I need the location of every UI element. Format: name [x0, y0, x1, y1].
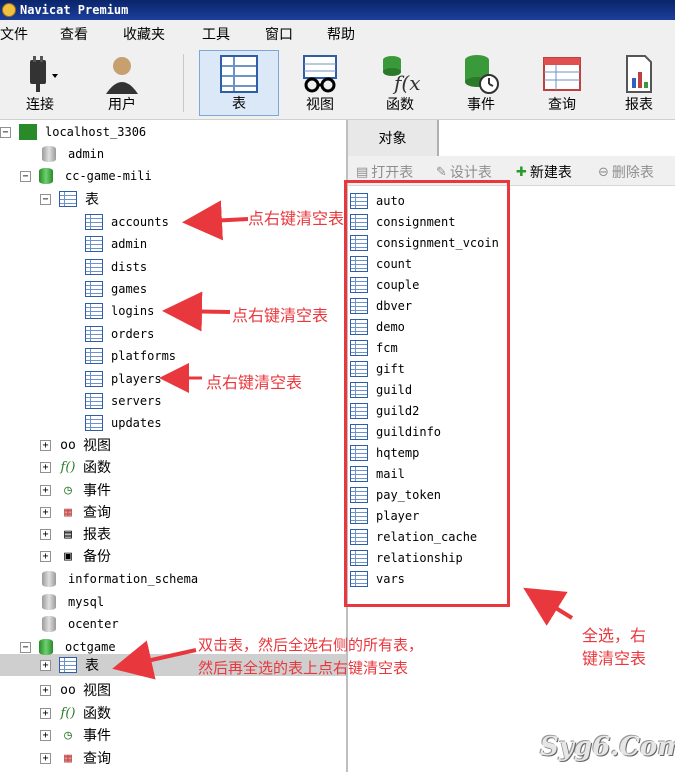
arrow-octgame-tables: [112, 640, 197, 680]
annotation-octgame-line2: 然后再全选的表上点右键清空表: [198, 659, 409, 677]
arrow-accounts: [182, 200, 249, 241]
annotation-accounts: 点右键清空表: [248, 209, 345, 228]
annotation-logins: 点右键清空表: [232, 306, 329, 325]
annotation-select-all-line2: 键清空表: [582, 649, 647, 668]
arrow-right-list: [523, 587, 574, 626]
annotation-players: 点右键清空表: [206, 373, 303, 392]
arrow-logins: [162, 291, 231, 332]
annotation-octgame-line1: 双击表，然后全选右侧的所有表，: [198, 636, 424, 654]
annotation-select-all-line1: 全选，右: [582, 626, 647, 645]
site-watermark: Syg6.Com: [540, 732, 675, 762]
